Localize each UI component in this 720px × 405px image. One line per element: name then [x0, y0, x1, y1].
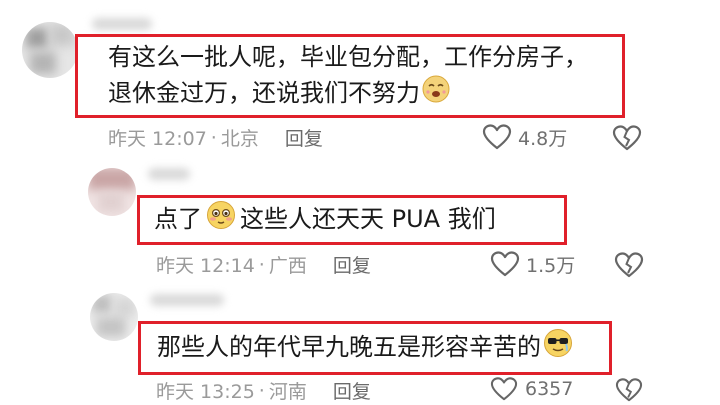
- broken-heart-icon: [614, 252, 644, 278]
- username[interactable]: [150, 294, 224, 306]
- comment-box[interactable]: 点了 这些人还天天 PUA 我们: [137, 195, 567, 245]
- avatar[interactable]: [90, 293, 138, 341]
- reply-button[interactable]: 回复: [333, 377, 371, 404]
- reply-button[interactable]: 回复: [333, 251, 371, 278]
- comment-text-body: 那些人的年代早九晚五是形容辛苦的: [157, 333, 541, 361]
- username[interactable]: [92, 18, 152, 30]
- timestamp: 昨天 12:07: [108, 128, 207, 150]
- meta-separator: ·: [258, 253, 265, 276]
- dislike-button[interactable]: [612, 124, 642, 156]
- avatar[interactable]: [88, 168, 136, 216]
- location: 北京: [220, 128, 259, 150]
- like-button[interactable]: 4.8万: [482, 123, 567, 151]
- sunglasses-face-emoji-icon: [543, 328, 573, 368]
- heart-icon: [482, 124, 512, 150]
- dislike-button[interactable]: [614, 377, 644, 405]
- location: 广西: [268, 255, 307, 277]
- broken-heart-icon: [612, 125, 642, 151]
- comment-line-2: 退休金过万，还说我们不努力: [108, 79, 420, 107]
- like-count: 4.8万: [518, 127, 568, 150]
- flushed-face-emoji-icon: [206, 200, 236, 240]
- username[interactable]: [148, 168, 190, 180]
- heart-icon: [490, 377, 518, 401]
- comment-text-after-emoji: 这些人还天天 PUA 我们: [240, 205, 496, 233]
- meta-separator: ·: [258, 379, 265, 402]
- timestamp: 昨天 13:25: [156, 381, 255, 403]
- like-button[interactable]: 1.5万: [490, 250, 575, 278]
- broken-heart-icon: [615, 378, 643, 402]
- heart-icon: [490, 251, 520, 277]
- dislike-button[interactable]: [614, 251, 644, 283]
- comment-text: 有这么一批人呢，毕业包分配，工作分房子，: [108, 39, 622, 75]
- comment-text: 点了 这些人还天天 PUA 我们: [154, 200, 564, 240]
- avatar[interactable]: [22, 22, 78, 78]
- meta-separator: ·: [210, 126, 217, 149]
- comment-box[interactable]: 那些人的年代早九晚五是形容辛苦的: [138, 321, 612, 375]
- weary-face-emoji-icon: [422, 75, 450, 113]
- comment-meta: 昨天 12:07 · 北京 回复: [108, 124, 323, 151]
- comment-thread: 有这么一批人呢，毕业包分配，工作分房子， 退休金过万，还说我们不努力 昨天 12…: [0, 0, 720, 405]
- comment-meta: 昨天 13:25 · 河南 回复: [156, 377, 371, 404]
- like-count: 6357: [525, 378, 574, 400]
- comment-text: 退休金过万，还说我们不努力: [108, 75, 622, 113]
- comment-text: 那些人的年代早九晚五是形容辛苦的: [157, 328, 609, 368]
- location: 河南: [268, 381, 307, 403]
- comment-meta: 昨天 12:14 · 广西 回复: [156, 251, 371, 278]
- comment-box[interactable]: 有这么一批人呢，毕业包分配，工作分房子， 退休金过万，还说我们不努力: [75, 34, 625, 118]
- like-button[interactable]: 6357: [489, 376, 573, 402]
- comment-text-before-emoji: 点了: [154, 205, 202, 233]
- timestamp: 昨天 12:14: [156, 255, 255, 277]
- like-count: 1.5万: [526, 254, 576, 277]
- reply-button[interactable]: 回复: [285, 124, 323, 151]
- comment-line-1: 有这么一批人呢，毕业包分配，工作分房子，: [108, 43, 588, 71]
